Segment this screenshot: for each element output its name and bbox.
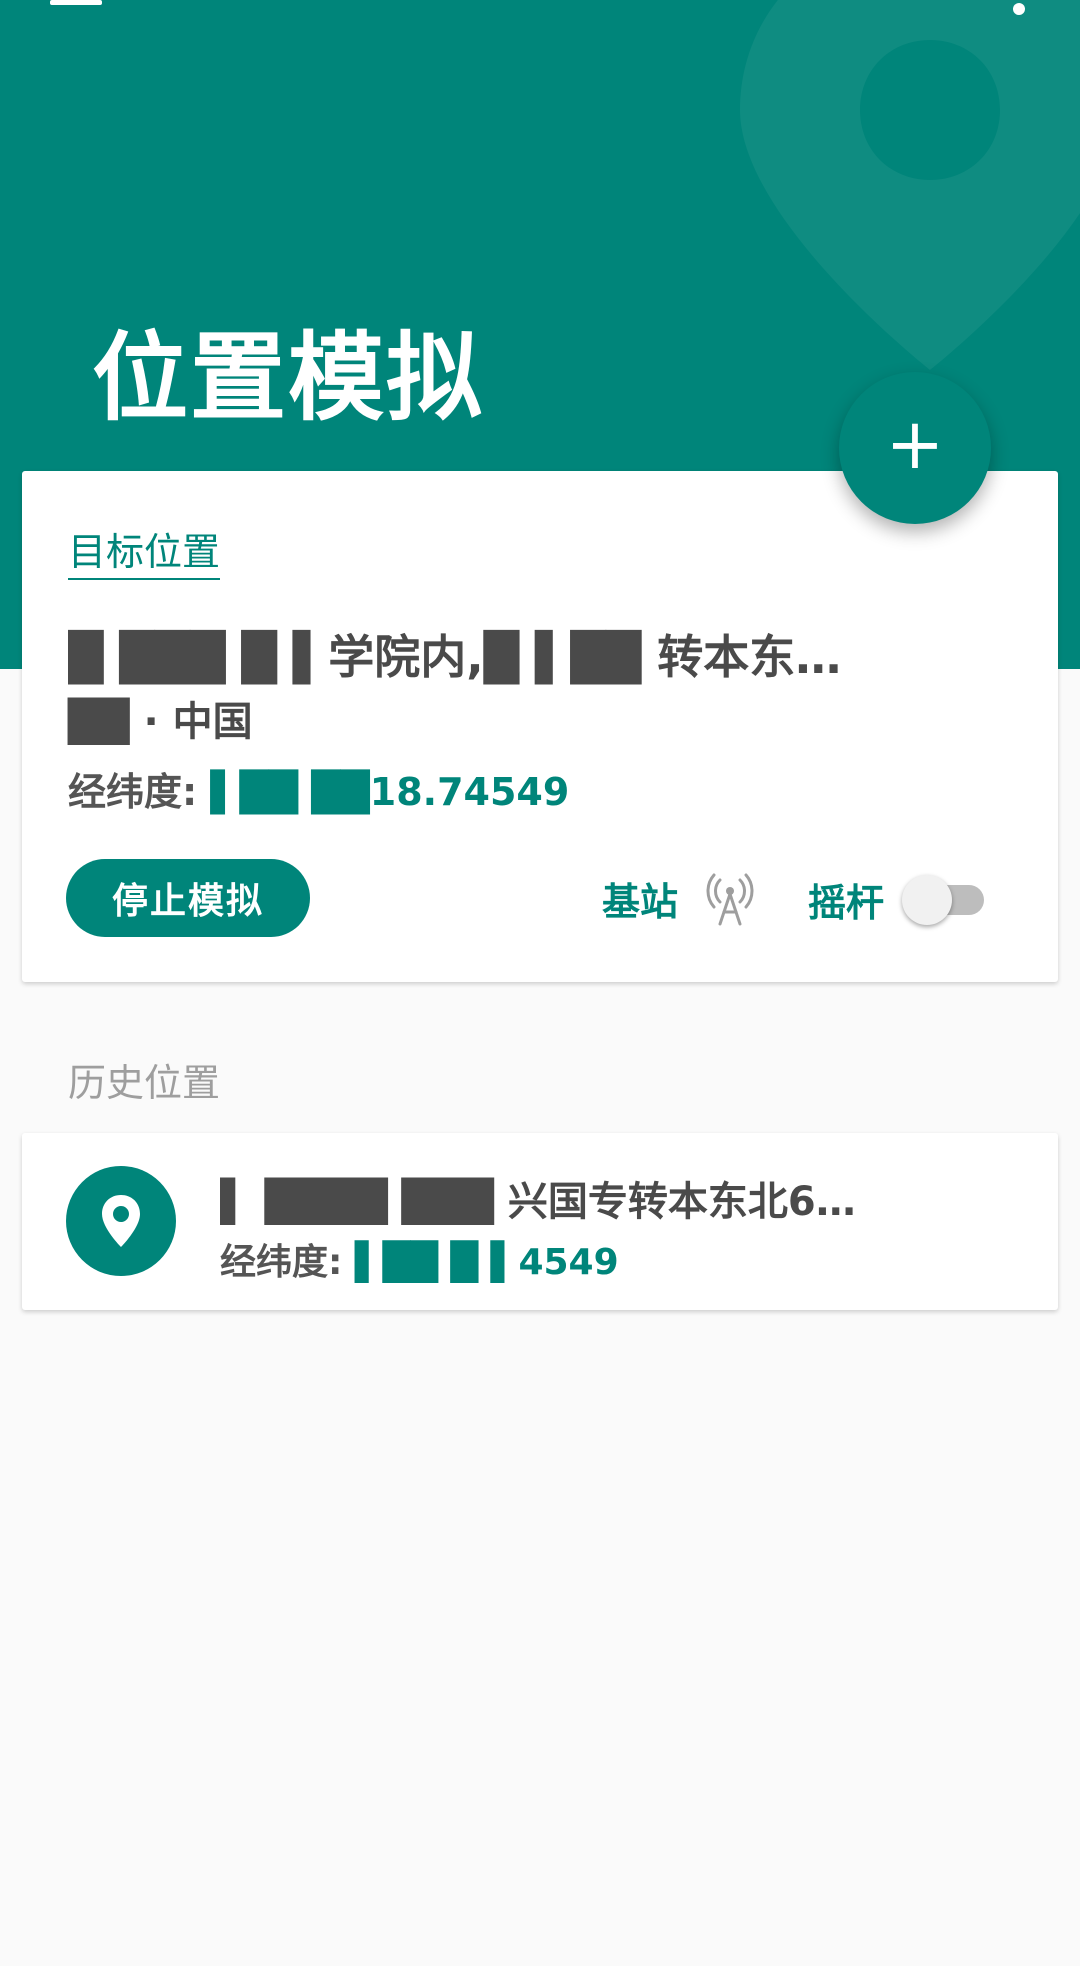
page-title: 位置模拟: [92, 322, 484, 434]
joystick-label: 摇杆: [808, 880, 885, 925]
target-section-label: 目标位置: [68, 521, 221, 580]
cell-tower-icon: [706, 873, 754, 925]
joystick-switch[interactable]: [902, 871, 986, 927]
switch-thumb: [902, 875, 953, 925]
add-location-button[interactable]: +: [839, 372, 991, 524]
history-coords-label: 经纬度:: [220, 1242, 343, 1283]
coords-label: 经纬度:: [68, 770, 198, 814]
target-address-line2: ██ · 中国: [68, 699, 253, 745]
history-coordinates: 经纬度: ▌██ █ ▌4549: [220, 1233, 619, 1285]
history-pin-badge: [66, 1166, 176, 1276]
basestation-toggle[interactable]: 基站: [602, 871, 754, 926]
history-list-item[interactable]: ▌ ████ ███ 兴国专转本东北6… 经纬度: ▌██ █ ▌4549: [22, 1133, 1058, 1310]
history-section-label: 历史位置: [68, 1061, 221, 1105]
target-coordinates: 经纬度: ▌██ ██18.74549: [68, 761, 569, 816]
overflow-menu-icon[interactable]: [1010, 0, 1028, 22]
plus-icon: +: [885, 403, 945, 485]
background-pin-icon: [740, 0, 1080, 370]
location-pin-icon: [102, 1195, 140, 1247]
stop-simulation-button[interactable]: 停止模拟: [66, 859, 310, 937]
joystick-toggle[interactable]: 摇杆: [808, 871, 986, 927]
history-coords-value: ▌██ █ ▌4549: [354, 1242, 619, 1283]
target-address-line1: █ ███ █ ▌学院内,█ ▌██ 转本东…: [68, 630, 842, 684]
hamburger-menu-icon[interactable]: [50, 0, 102, 12]
target-location-card: 目标位置 █ ███ █ ▌学院内,█ ▌██ 转本东… ██ · 中国 经纬度…: [22, 471, 1058, 982]
coords-value: ▌██ ██18.74549: [210, 770, 570, 814]
history-address: ▌ ████ ███ 兴国专转本东北6…: [220, 1179, 856, 1225]
basestation-label: 基站: [602, 880, 679, 924]
